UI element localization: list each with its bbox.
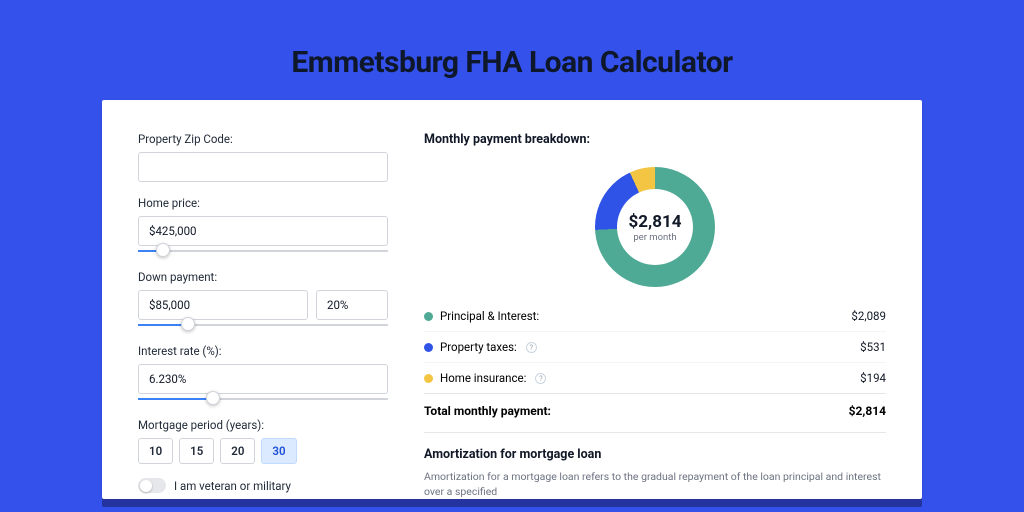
home-price-input[interactable] <box>138 216 388 246</box>
mortgage-period-label: Mortgage period (years): <box>138 418 388 432</box>
breakdown-list: Principal & Interest: $2,089 Property taxe… <box>424 301 886 393</box>
down-payment-pct-input[interactable] <box>316 290 388 320</box>
home-price-slider[interactable] <box>138 246 388 256</box>
down-payment-slider[interactable] <box>138 320 388 330</box>
info-icon[interactable]: ? <box>526 342 537 353</box>
breakdown-title: Monthly payment breakdown: <box>424 132 886 147</box>
zip-label: Property Zip Code: <box>138 132 388 146</box>
home-price-label: Home price: <box>138 196 388 210</box>
veteran-row: I am veteran or military <box>138 478 388 493</box>
calculator-card: Property Zip Code: Home price: Down paym… <box>102 100 922 499</box>
total-value: $2,814 <box>849 404 886 418</box>
slider-thumb-icon[interactable] <box>206 391 220 405</box>
form-column: Property Zip Code: Home price: Down paym… <box>138 132 388 499</box>
breakdown-item-value: $2,089 <box>851 309 886 323</box>
breakdown-item-label: Property taxes: <box>440 340 517 354</box>
period-button-30[interactable]: 30 <box>261 438 296 464</box>
donut-sub: per month <box>633 232 676 243</box>
period-button-10[interactable]: 10 <box>138 438 173 464</box>
down-payment-field: Down payment: <box>138 270 388 330</box>
mortgage-period-field: Mortgage period (years): 10152030 <box>138 418 388 464</box>
toggle-knob-icon <box>140 480 152 492</box>
breakdown-item: Home insurance:? $194 <box>424 362 886 393</box>
period-button-15[interactable]: 15 <box>179 438 214 464</box>
amortization-text: Amortization for a mortgage loan refers … <box>424 470 886 499</box>
down-payment-label: Down payment: <box>138 270 388 284</box>
breakdown-item: Principal & Interest: $2,089 <box>424 301 886 331</box>
breakdown-item: Property taxes:? $531 <box>424 331 886 362</box>
donut-center: $2,814 per month <box>617 189 693 265</box>
home-price-field: Home price: <box>138 196 388 256</box>
breakdown-item-label: Home insurance: <box>440 371 526 385</box>
interest-rate-field: Interest rate (%): <box>138 344 388 404</box>
slider-thumb-icon[interactable] <box>181 317 195 331</box>
breakdown-item-label: Principal & Interest: <box>440 309 539 323</box>
interest-rate-slider[interactable] <box>138 394 388 404</box>
slider-thumb-icon[interactable] <box>156 243 170 257</box>
info-icon[interactable]: ? <box>535 373 546 384</box>
interest-rate-input[interactable] <box>138 364 388 394</box>
amortization-section: Amortization for mortgage loan Amortizat… <box>424 432 886 499</box>
breakdown-item-value: $531 <box>860 340 886 354</box>
interest-rate-label: Interest rate (%): <box>138 344 388 358</box>
breakdown-item-value: $194 <box>860 371 886 385</box>
amortization-title: Amortization for mortgage loan <box>424 447 886 462</box>
total-row: Total monthly payment: $2,814 <box>424 393 886 432</box>
legend-dot-icon <box>424 343 433 352</box>
donut-amount: $2,814 <box>629 212 682 232</box>
period-buttons: 10152030 <box>138 438 388 464</box>
donut-chart: $2,814 per month <box>424 161 886 301</box>
down-payment-input[interactable] <box>138 290 308 320</box>
breakdown-column: Monthly payment breakdown: $2,814 per mo… <box>424 132 886 499</box>
legend-dot-icon <box>424 312 433 321</box>
veteran-label: I am veteran or military <box>174 479 291 493</box>
zip-field: Property Zip Code: <box>138 132 388 182</box>
zip-input[interactable] <box>138 152 388 182</box>
page-title: Emmetsburg FHA Loan Calculator <box>0 0 1024 100</box>
period-button-20[interactable]: 20 <box>220 438 255 464</box>
total-label: Total monthly payment: <box>424 404 551 418</box>
veteran-toggle[interactable] <box>138 478 166 493</box>
legend-dot-icon <box>424 374 433 383</box>
